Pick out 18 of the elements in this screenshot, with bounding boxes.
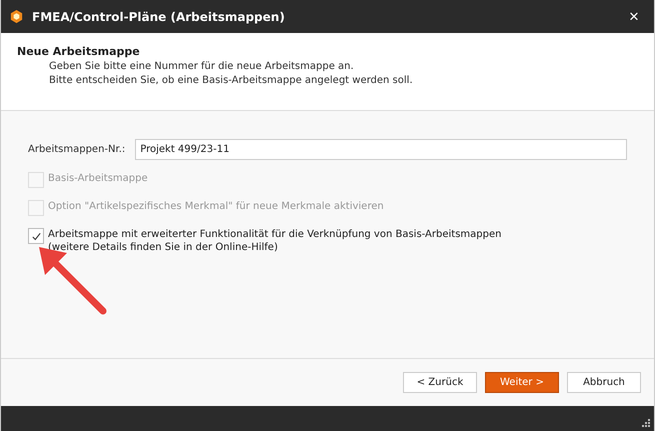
checkmark-icon	[30, 230, 42, 242]
window-title: FMEA/Control-Pläne (Arbeitsmappen)	[32, 10, 285, 24]
close-button[interactable]: ×	[614, 0, 654, 33]
dialog-button[interactable]: < Zurück	[403, 372, 477, 393]
instruction-text: Bitte entscheiden Sie, ob eine Basis-Arbeitsmappe angelegt werden soll.	[48, 74, 414, 88]
dialog-button[interactable]: Abbruch	[567, 372, 641, 393]
checkbox-label: Basis-Arbeitsmappe	[48, 172, 148, 185]
resize-grip-icon	[642, 419, 650, 427]
checkbox-label: (weitere Details finden Sie in der Online-Hilfe)	[48, 241, 279, 254]
checkbox-label: Option "Artikelspezifisches Merkmal" für neue Merkmale aktivieren	[48, 200, 384, 213]
app-logo-icon	[9, 9, 24, 24]
page-title: Neue Arbeitsmappe	[17, 45, 141, 58]
instruction-text: Geben Sie bitte eine Nummer für die neue Arbeitsmappe an.	[48, 60, 355, 74]
input-field[interactable]: Projekt 499/23-11	[135, 139, 627, 160]
dialog-button[interactable]: Weiter >	[485, 372, 559, 393]
checkbox-label: Arbeitsmappe mit erweiterter Funktionalität für die Verknüpfung von Basis-Arbeitsmappen	[48, 228, 502, 241]
field-label: Arbeitsmappen-Nr.:	[28, 144, 126, 155]
checkbox[interactable]	[28, 228, 44, 244]
